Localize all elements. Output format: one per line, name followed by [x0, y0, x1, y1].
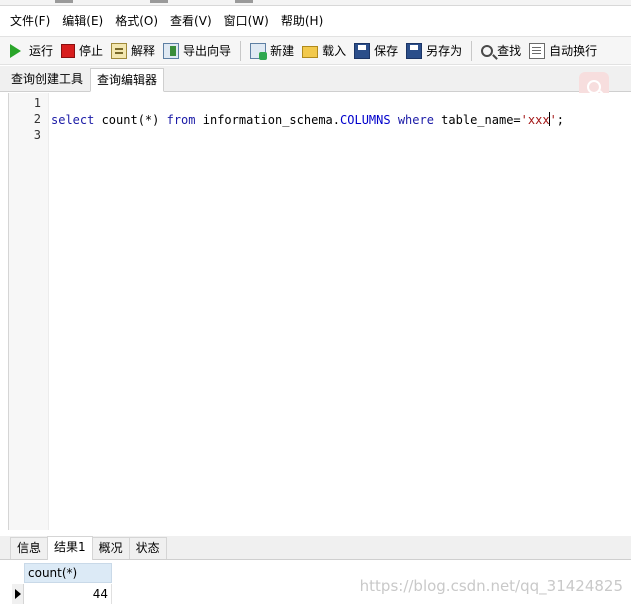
menu-view[interactable]: 查看(V) [164, 10, 218, 32]
menu-file[interactable]: 文件(F) [4, 10, 56, 32]
toolbar-separator [240, 40, 242, 61]
find-label: 查找 [497, 44, 522, 58]
stop-button[interactable]: 停止 [57, 39, 107, 63]
tab-result1[interactable]: 结果1 [47, 536, 93, 560]
code-condition: table_name= [433, 113, 521, 127]
tab-query-builder[interactable]: 查询创建工具 [4, 67, 90, 91]
save-as-button[interactable]: 另存为 [402, 39, 466, 63]
sql-editor[interactable]: 1 2 3 select count(*) from information_s… [8, 93, 631, 530]
column-header[interactable]: count(*) [24, 563, 112, 583]
explain-icon [111, 42, 128, 59]
keyword-from: from [166, 113, 196, 127]
new-query-icon [250, 42, 268, 60]
result-tabs: 信息 结果1 概况 状态 [0, 536, 631, 560]
word-wrap-label: 自动换行 [549, 44, 598, 58]
keyword-select: select [51, 113, 95, 127]
new-label: 新建 [270, 44, 295, 58]
explain-button[interactable]: 解释 [107, 39, 159, 63]
save-as-icon [406, 42, 423, 59]
folder-open-icon [302, 45, 319, 58]
run-button[interactable]: 运行 [6, 39, 57, 63]
line-number: 1 [33, 96, 41, 110]
watermark: https://blog.csdn.net/qq_31424825 [359, 577, 623, 595]
menu-format[interactable]: 格式(O) [109, 10, 164, 32]
code-terminator: ; [556, 113, 565, 127]
export-icon [163, 42, 180, 59]
stop-label: 停止 [79, 44, 104, 58]
editor-subtabs: 查询创建工具 查询编辑器 [0, 66, 631, 92]
new-button[interactable]: 新建 [246, 39, 298, 63]
code-string-literal: 'xxx [520, 113, 550, 127]
save-as-label: 另存为 [426, 44, 463, 58]
save-button[interactable]: 保存 [350, 39, 402, 63]
export-wizard-button[interactable]: 导出向导 [159, 39, 235, 63]
find-button[interactable]: 查找 [477, 39, 525, 63]
menu-help[interactable]: 帮助(H) [275, 10, 329, 32]
load-button[interactable]: 载入 [298, 39, 350, 63]
result-cell[interactable]: 44 [24, 584, 112, 604]
menu-window[interactable]: 窗口(W) [218, 10, 275, 32]
line-number-gutter: 1 2 3 [9, 93, 49, 530]
run-icon [10, 43, 21, 58]
code-count: count(*) [94, 113, 167, 127]
word-wrap-button[interactable]: 自动换行 [525, 39, 601, 63]
code-schema: information_schema. [195, 113, 341, 127]
line-number: 2 [33, 112, 41, 126]
code-string-close: ' [549, 113, 557, 127]
save-label: 保存 [374, 44, 399, 58]
menu-edit[interactable]: 编辑(E) [56, 10, 109, 32]
export-wizard-label: 导出向导 [183, 44, 232, 58]
search-icon [481, 44, 494, 57]
save-icon [354, 42, 371, 59]
tab-query-editor[interactable]: 查询编辑器 [90, 68, 165, 92]
run-label: 运行 [29, 44, 54, 58]
keyword-where: where [397, 113, 434, 127]
tab-info[interactable]: 信息 [10, 537, 49, 559]
code-table-identifier: COLUMNS [340, 113, 391, 127]
word-wrap-icon [529, 42, 546, 59]
search-icon [587, 80, 601, 94]
load-label: 载入 [322, 44, 347, 58]
tab-status[interactable]: 状态 [128, 537, 167, 559]
toolbar-separator [471, 40, 473, 61]
code-line[interactable]: select count(*) from information_schema.… [51, 112, 564, 127]
toolbar: 运行 停止 解释 导出向导 新建 载入 保存 另存为 查找 自动换行 [0, 36, 631, 65]
menu-bar: 文件(F) 编辑(E) 格式(O) 查看(V) 窗口(W) 帮助(H) [0, 6, 631, 36]
stop-icon [61, 43, 76, 58]
explain-label: 解释 [131, 44, 156, 58]
line-number: 3 [33, 128, 41, 142]
tab-profile[interactable]: 概况 [91, 537, 130, 559]
row-indicator-icon[interactable] [12, 584, 24, 604]
